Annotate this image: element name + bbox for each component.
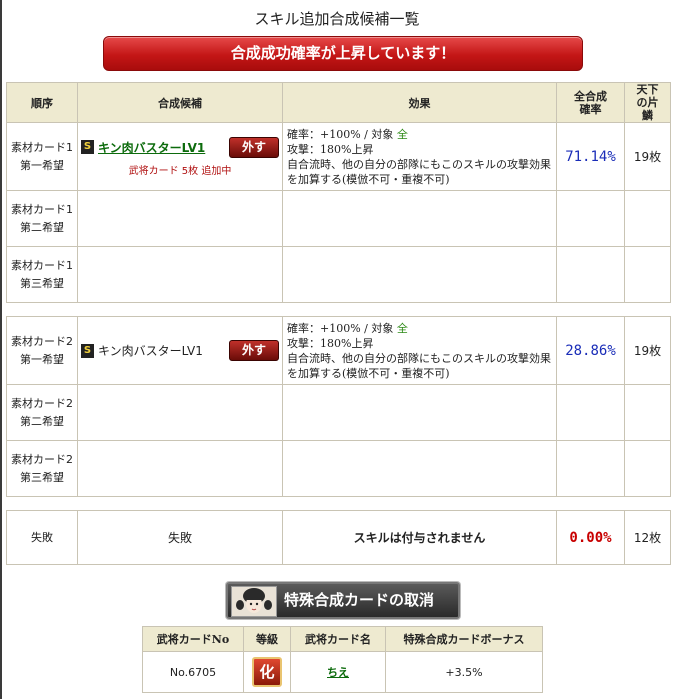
rate-value: 28.86% bbox=[556, 316, 625, 385]
remove-button[interactable]: 外す bbox=[229, 340, 279, 361]
failure-rate: 0.00% bbox=[556, 510, 625, 565]
header-card-no: 武将カードNo bbox=[142, 626, 244, 652]
synthesis-candidates-table: 順序 合成候補 効果 全合成確率 天下の片鱗 素材カード1 第一希望 S キン肉バ… bbox=[6, 82, 671, 565]
skill-rank-s-icon: S bbox=[81, 343, 94, 358]
header-rank: 等級 bbox=[243, 626, 291, 652]
bonus-value: +3.5% bbox=[385, 651, 543, 693]
effect-cell bbox=[282, 190, 557, 247]
order-cell: 素材カード2 第一希望 bbox=[6, 316, 78, 385]
effect-cell bbox=[282, 440, 557, 497]
header-order: 順序 bbox=[6, 82, 78, 123]
effect-cell: 確率：+100% / 対象 全 攻撃：180%上昇 自合流時、他の自分の部隊にも… bbox=[282, 316, 557, 385]
order-cell: 素材カード2 第三希望 bbox=[6, 440, 78, 497]
skill-name: キン肉バスターLV1 bbox=[98, 344, 203, 358]
order-cell: 素材カード2 第二希望 bbox=[6, 384, 78, 441]
header-effect: 効果 bbox=[282, 82, 557, 123]
failure-effect: スキルは付与されません bbox=[282, 510, 557, 565]
rank-badge-icon: 化 bbox=[252, 657, 282, 687]
table-row: No.6705 化 ちえ +3.5% bbox=[142, 651, 543, 693]
remove-button[interactable]: 外す bbox=[229, 136, 279, 158]
order-cell: 素材カード1 第二希望 bbox=[6, 190, 78, 247]
special-card-table: 武将カードNo 等級 武将カード名 特殊合成カードボーナス No.6705 化 … bbox=[142, 626, 543, 693]
header-tenka: 天下の片鱗 bbox=[624, 82, 671, 123]
skill-name-link[interactable]: キン肉バスターLV1 bbox=[98, 139, 205, 156]
candidate-cell bbox=[77, 384, 283, 441]
page-title: スキル追加合成候補一覧 bbox=[254, 10, 420, 28]
header-bonus: 特殊合成カードボーナス bbox=[385, 626, 543, 652]
rank-cell: 化 bbox=[243, 651, 291, 693]
candidate-cell: S キン肉バスターLV1 外す 武将カード 5枚 追加中 bbox=[77, 122, 283, 191]
effect-cell bbox=[282, 246, 557, 303]
rate-cell bbox=[556, 384, 625, 441]
card-no: No.6705 bbox=[142, 651, 244, 693]
group-spacer bbox=[6, 302, 671, 317]
failure-tenka-count: 12枚 bbox=[624, 510, 671, 565]
cancel-special-card-button[interactable]: 特殊合成カードの取消 bbox=[226, 582, 460, 619]
table-row: 素材カード2 第三希望 bbox=[6, 440, 671, 497]
tenka-cell bbox=[624, 384, 671, 441]
effect-cell: 確率：+100% / 対象 全 攻撃：180%上昇 自合流時、他の自分の部隊にも… bbox=[282, 122, 557, 191]
rate-cell bbox=[556, 246, 625, 303]
tenka-cell bbox=[624, 246, 671, 303]
character-portrait-icon bbox=[231, 586, 277, 617]
group-spacer bbox=[6, 496, 671, 511]
left-frame-border bbox=[0, 0, 2, 699]
tenka-count: 19枚 bbox=[624, 122, 671, 191]
failure-candidate: 失敗 bbox=[77, 510, 283, 565]
cancel-button-label: 特殊合成カードの取消 bbox=[284, 591, 435, 609]
order-cell: 素材カード1 第三希望 bbox=[6, 246, 78, 303]
failure-row: 失敗 失敗 スキルは付与されません 0.00% 12枚 bbox=[6, 510, 671, 565]
table-row: 素材カード1 第二希望 bbox=[6, 190, 671, 247]
rate-value: 71.14% bbox=[556, 122, 625, 191]
tenka-count: 19枚 bbox=[624, 316, 671, 385]
card-name-cell: ちえ bbox=[290, 651, 386, 693]
candidate-cell bbox=[77, 190, 283, 247]
rate-cell bbox=[556, 440, 625, 497]
header-total-rate: 全合成確率 bbox=[556, 82, 625, 123]
header-candidate: 合成候補 bbox=[77, 82, 283, 123]
success-rate-banner: 合成成功確率が上昇しています！ bbox=[103, 36, 583, 71]
skill-rank-s-icon: S bbox=[81, 140, 94, 154]
candidate-cell bbox=[77, 246, 283, 303]
rate-cell bbox=[556, 190, 625, 247]
table-row: 素材カード2 第一希望 S キン肉バスターLV1 外す 確率：+100% / 対象… bbox=[6, 316, 671, 385]
order-cell: 素材カード1 第一希望 bbox=[6, 122, 78, 191]
table-row: 素材カード2 第二希望 bbox=[6, 384, 671, 441]
failure-order: 失敗 bbox=[6, 510, 78, 565]
table-row: 素材カード1 第一希望 S キン肉バスターLV1 外す 武将カード 5枚 追加中 … bbox=[6, 122, 671, 191]
tenka-cell bbox=[624, 190, 671, 247]
table-header-row: 順序 合成候補 効果 全合成確率 天下の片鱗 bbox=[6, 82, 671, 123]
header-card-name: 武将カード名 bbox=[290, 626, 386, 652]
adding-note: 武将カード 5枚 追加中 bbox=[128, 165, 232, 177]
special-table-header-row: 武将カードNo 等級 武将カード名 特殊合成カードボーナス bbox=[142, 626, 543, 652]
effect-cell bbox=[282, 384, 557, 441]
candidate-cell: S キン肉バスターLV1 外す bbox=[77, 316, 283, 385]
table-row: 素材カード1 第三希望 bbox=[6, 246, 671, 303]
card-name-link[interactable]: ちえ bbox=[327, 666, 349, 679]
tenka-cell bbox=[624, 440, 671, 497]
candidate-cell bbox=[77, 440, 283, 497]
